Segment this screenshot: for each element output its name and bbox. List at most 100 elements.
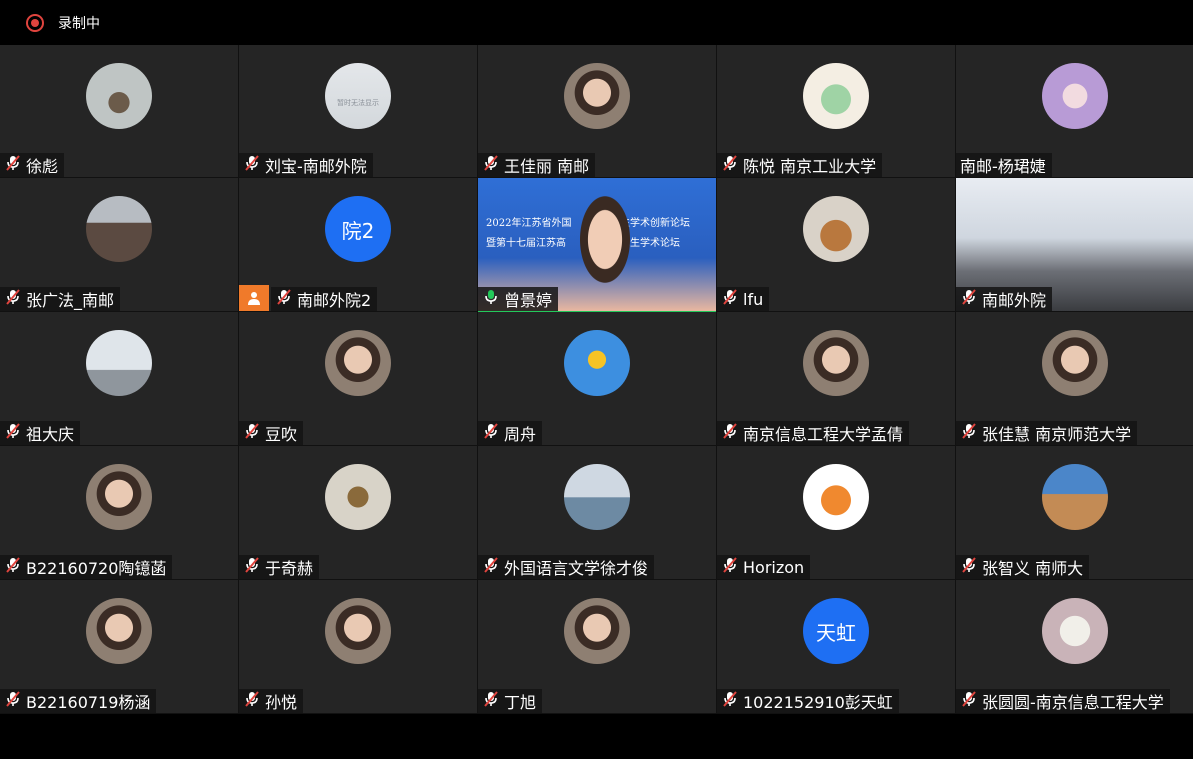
avatar xyxy=(564,464,630,530)
mic-muted-icon xyxy=(721,690,739,712)
recording-indicator[interactable]: 录制中 xyxy=(26,13,100,33)
participant-name: B22160719杨涵 xyxy=(26,693,151,712)
participant-tile[interactable]: 张圆圆-南京信息工程大学 xyxy=(956,580,1193,714)
participant-name: lfu xyxy=(743,289,764,309)
name-label: B22160720陶镱菡 xyxy=(0,555,173,579)
mic-muted-icon xyxy=(482,154,500,176)
mic-muted-icon xyxy=(721,422,739,444)
name-label: 于奇赫 xyxy=(239,555,320,579)
name-label: 南邮外院2 xyxy=(271,287,378,311)
participant-name: 祖大庆 xyxy=(26,425,75,444)
participant-grid: 徐彪 暂时无法显示 刘宝-南邮外院王佳丽 南邮 陈悦 南京工业大学 南邮-杨珺婕张广法_… xyxy=(0,45,1193,714)
mic-muted-icon xyxy=(4,556,22,578)
mic-active-icon xyxy=(482,288,500,310)
recording-label: 录制中 xyxy=(58,16,100,32)
avatar xyxy=(803,63,869,129)
avatar xyxy=(325,330,391,396)
participant-name: 张佳慧 南京师范大学 xyxy=(982,425,1132,444)
name-label: 徐彪 xyxy=(0,153,65,177)
participant-name: Horizon xyxy=(743,557,805,577)
avatar: 暂时无法显示 xyxy=(325,63,391,129)
avatar: 院2 xyxy=(325,196,391,262)
name-label: 祖大庆 xyxy=(0,421,81,445)
participant-name: 南邮-杨珺婕 xyxy=(960,157,1046,176)
mic-muted-icon xyxy=(721,288,739,310)
shared-slide-text: 2022年江苏省外国 xyxy=(486,218,572,229)
participant-tile[interactable]: 于奇赫 xyxy=(239,446,477,580)
participant-tile[interactable]: 豆吹 xyxy=(239,312,477,446)
name-label: 外国语言文学徐才俊 xyxy=(478,555,655,579)
name-label: 周舟 xyxy=(478,421,543,445)
participant-tile[interactable]: lfu xyxy=(717,178,955,312)
name-label: 张佳慧 南京师范大学 xyxy=(956,421,1138,445)
participant-tile[interactable]: Horizon xyxy=(717,446,955,580)
participant-tile[interactable]: 张智义 南师大 xyxy=(956,446,1193,580)
participant-tile[interactable]: 院2 南邮外院2 xyxy=(239,178,477,312)
avatar xyxy=(325,464,391,530)
avatar xyxy=(564,63,630,129)
mic-muted-icon xyxy=(482,690,500,712)
participant-name: B22160720陶镱菡 xyxy=(26,559,167,578)
participant-tile[interactable]: 南邮-杨珺婕 xyxy=(956,45,1193,178)
avatar xyxy=(325,598,391,664)
participant-tile[interactable]: 暂时无法显示 刘宝-南邮外院 xyxy=(239,45,477,178)
participant-tile[interactable]: B22160719杨涵 xyxy=(0,580,238,714)
participant-tile[interactable]: 南邮外院 xyxy=(956,178,1193,312)
name-label: 南邮外院 xyxy=(956,287,1053,311)
mic-muted-icon xyxy=(960,690,978,712)
avatar-caption: 暂时无法显示 xyxy=(337,99,379,107)
avatar xyxy=(803,464,869,530)
mic-muted-icon xyxy=(4,288,22,310)
mic-muted-icon xyxy=(960,556,978,578)
participant-name: 南邮外院 xyxy=(982,291,1047,310)
participant-tile[interactable]: 张广法_南邮 xyxy=(0,178,238,312)
participant-tile[interactable]: 张佳慧 南京师范大学 xyxy=(956,312,1193,446)
participant-tile[interactable]: 孙悦 xyxy=(239,580,477,714)
avatar xyxy=(803,196,869,262)
name-label: lfu xyxy=(717,287,770,311)
participant-tile[interactable]: 王佳丽 南邮 xyxy=(478,45,716,178)
mic-muted-icon xyxy=(721,154,739,176)
participant-name: 陈悦 南京工业大学 xyxy=(743,157,877,176)
name-label: 南邮-杨珺婕 xyxy=(956,153,1052,177)
participant-tile[interactable]: 外国语言文学徐才俊 xyxy=(478,446,716,580)
mic-muted-icon xyxy=(275,288,293,310)
participant-tile[interactable]: 南京信息工程大学孟倩 xyxy=(717,312,955,446)
mic-muted-icon xyxy=(482,422,500,444)
mic-muted-icon xyxy=(4,422,22,444)
avatar: 天虹 xyxy=(803,598,869,664)
avatar xyxy=(1041,464,1108,530)
name-label: 孙悦 xyxy=(239,689,304,713)
participant-name: 丁旭 xyxy=(504,693,537,712)
participant-name: 孙悦 xyxy=(265,693,298,712)
participant-name: 豆吹 xyxy=(265,425,298,444)
mic-muted-icon xyxy=(243,556,261,578)
participant-tile[interactable]: 丁旭 xyxy=(478,580,716,714)
avatar xyxy=(803,330,869,396)
participant-tile[interactable]: B22160720陶镱菡 xyxy=(0,446,238,580)
avatar xyxy=(564,598,630,664)
avatar xyxy=(86,63,152,129)
avatar xyxy=(86,598,152,664)
participant-tile[interactable]: 陈悦 南京工业大学 xyxy=(717,45,955,178)
name-label: B22160719杨涵 xyxy=(0,689,157,713)
name-label: 张广法_南邮 xyxy=(0,287,121,311)
mic-muted-icon xyxy=(243,154,261,176)
participant-tile[interactable]: 2022年江苏省外国 生学术创新论坛 暨第十七届江苏高 究生学术论坛 曾景婷 xyxy=(478,178,716,312)
participant-tile[interactable]: 徐彪 xyxy=(0,45,238,178)
participant-tile[interactable]: 天虹 1022152910彭天虹 xyxy=(717,580,955,714)
mic-muted-icon xyxy=(243,690,261,712)
participant-tile[interactable]: 祖大庆 xyxy=(0,312,238,446)
participant-name: 张智义 南师大 xyxy=(982,559,1084,578)
mic-muted-icon xyxy=(721,556,739,578)
name-label: 1022152910彭天虹 xyxy=(717,689,899,713)
name-label: 王佳丽 南邮 xyxy=(478,153,596,177)
name-label: 豆吹 xyxy=(239,421,304,445)
participant-name: 王佳丽 南邮 xyxy=(504,157,590,176)
name-label: 曾景婷 xyxy=(478,287,559,311)
participant-name: 曾景婷 xyxy=(504,291,553,310)
avatar xyxy=(1041,63,1108,129)
participant-name: 于奇赫 xyxy=(265,559,314,578)
participant-name: 1022152910彭天虹 xyxy=(743,693,893,712)
participant-tile[interactable]: 周舟 xyxy=(478,312,716,446)
